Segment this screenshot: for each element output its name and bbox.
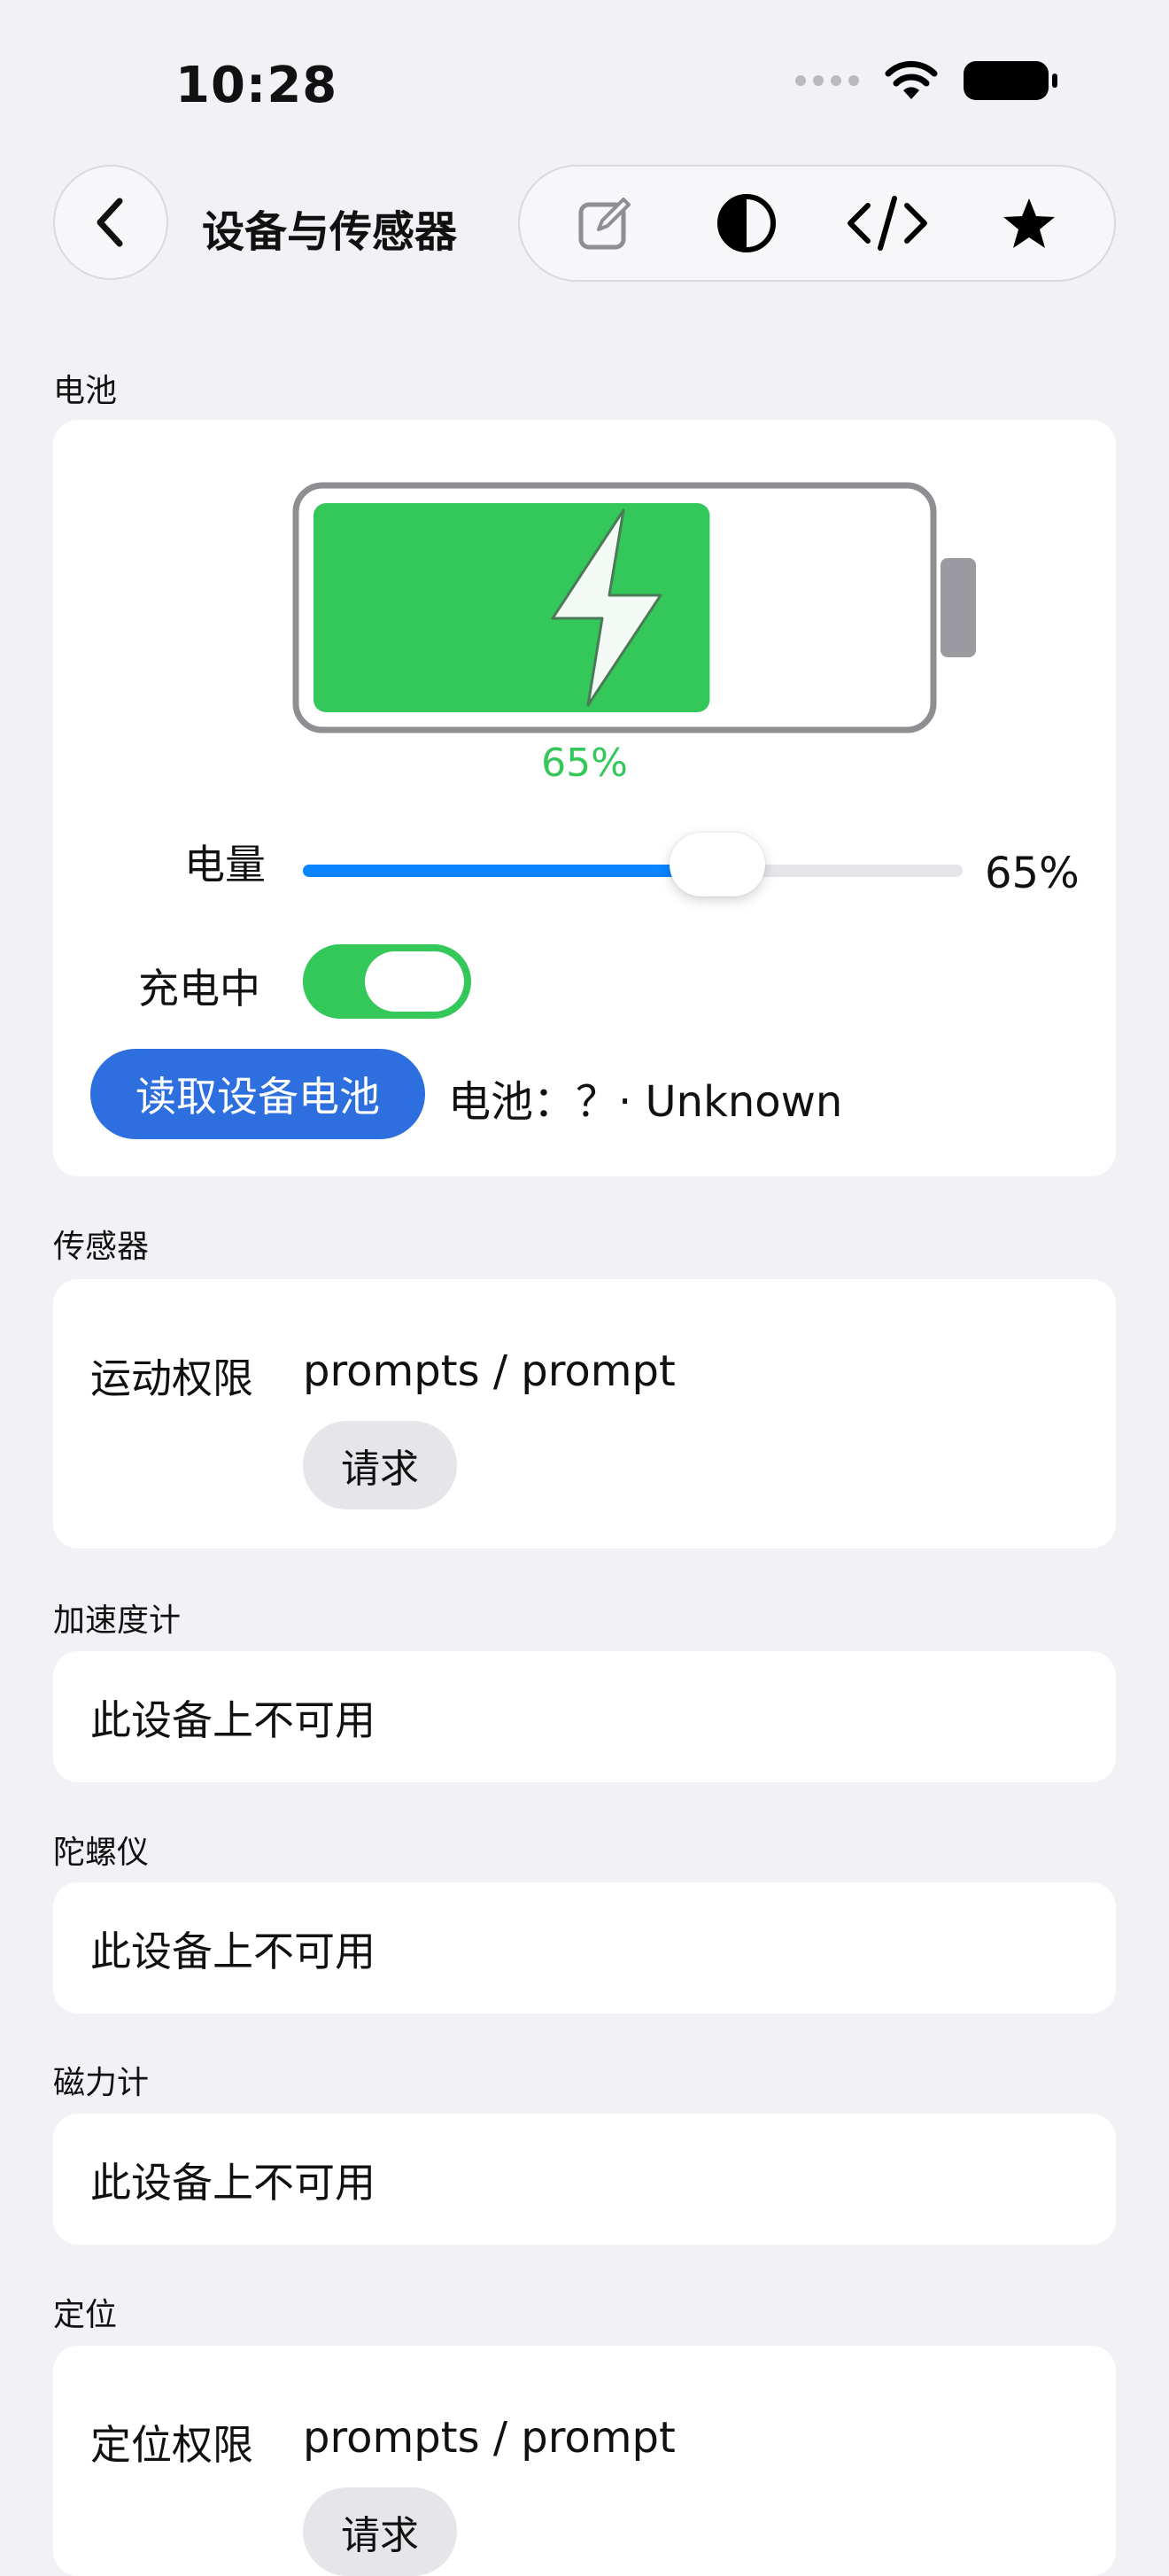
location-request-button[interactable]: 请求 (303, 2487, 457, 2576)
motion-permission-value: prompts / prompt (303, 1346, 676, 1396)
signal-dots-icon (795, 75, 859, 86)
wifi-icon (885, 60, 938, 99)
slider-thumb[interactable] (670, 833, 766, 896)
status-icons (795, 60, 1057, 101)
contrast-icon (716, 194, 776, 252)
battery-graphic (292, 482, 976, 733)
code-icon (848, 196, 928, 251)
battery-level-slider[interactable] (303, 833, 963, 896)
section-label-magnetometer: 磁力计 (53, 2065, 150, 2101)
gyroscope-status: 此设备上不可用 (90, 1928, 375, 1975)
section-label-location: 定位 (53, 2297, 118, 2333)
sensors-card: 运动权限 prompts / prompt 请求 (53, 1279, 1116, 1548)
motion-request-button[interactable]: 请求 (303, 1421, 457, 1509)
edit-icon (578, 198, 631, 250)
status-battery-icon (964, 61, 1057, 100)
toolbar (518, 165, 1116, 282)
battery-percent-label: 65% (541, 741, 628, 786)
star-icon (1003, 198, 1056, 248)
chevron-left-icon (97, 198, 123, 247)
slider-fill (303, 865, 718, 877)
location-permission-label: 定位权限 (90, 2421, 253, 2469)
favorite-button[interactable] (987, 181, 1072, 266)
section-label-sensors: 传感器 (53, 1229, 150, 1265)
edit-button[interactable] (562, 181, 647, 266)
accelerometer-status: 此设备上不可用 (90, 1696, 375, 1744)
battery-card: 65% 电量 65% 充电中 读取设备电池 电池：？· Unknown (53, 420, 1116, 1176)
charging-toggle[interactable] (303, 944, 471, 1019)
back-button[interactable] (53, 165, 168, 280)
section-label-battery: 电池 (53, 373, 118, 409)
section-label-gyroscope: 陀螺仪 (53, 1835, 150, 1871)
section-label-accelerometer: 加速度计 (53, 1602, 182, 1639)
magnetometer-card: 此设备上不可用 (53, 2114, 1116, 2245)
location-permission-value: prompts / prompt (303, 2413, 676, 2463)
charging-label: 充电中 (138, 965, 260, 1013)
motion-permission-label: 运动权限 (90, 1354, 253, 1402)
slider-value: 65% (985, 849, 1080, 898)
page-title: 设备与传感器 (202, 207, 458, 257)
location-card: 定位权限 prompts / prompt 请求 (53, 2346, 1116, 2576)
code-button[interactable] (845, 181, 930, 266)
toggle-knob (365, 951, 464, 1012)
level-label: 电量 (184, 841, 266, 888)
battery-terminal (941, 558, 976, 657)
gyroscope-card: 此设备上不可用 (53, 1882, 1116, 2013)
status-time: 10:28 (175, 57, 338, 114)
battery-status-text: 电池：？· Unknown (448, 1077, 843, 1127)
read-device-battery-button[interactable]: 读取设备电池 (90, 1049, 425, 1139)
accelerometer-card: 此设备上不可用 (53, 1651, 1116, 1782)
magnetometer-status: 此设备上不可用 (90, 2159, 375, 2207)
appearance-button[interactable] (704, 181, 789, 266)
